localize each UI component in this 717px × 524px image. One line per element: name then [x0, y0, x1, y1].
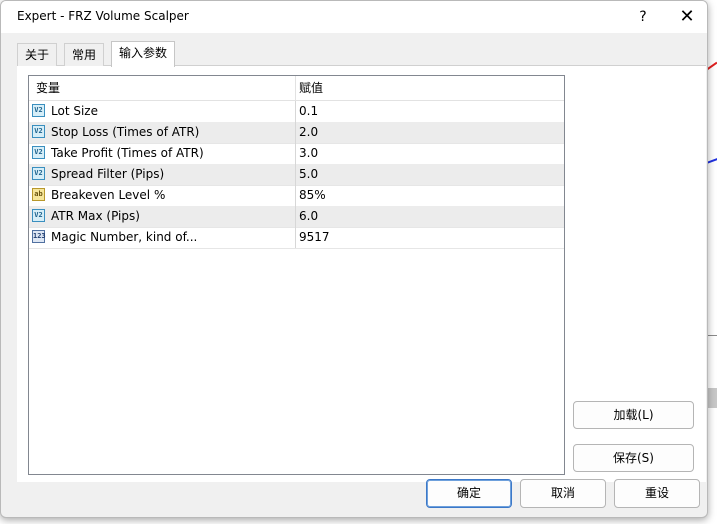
v2-icon: V2 — [32, 104, 45, 117]
param-value[interactable]: 9517 — [299, 227, 330, 248]
save-button[interactable]: 保存(S) — [573, 444, 694, 472]
v2-icon: V2 — [32, 167, 45, 180]
table-row[interactable]: 123 Magic Number, kind of... 9517 — [29, 227, 564, 249]
v2-icon: V2 — [32, 125, 45, 138]
column-divider — [295, 227, 296, 248]
dialog-title: Expert - FRZ Volume Scalper — [17, 9, 189, 23]
column-divider — [295, 164, 296, 185]
ab-icon: ab — [32, 188, 45, 201]
column-divider — [295, 185, 296, 206]
param-value[interactable]: 0.1 — [299, 101, 318, 122]
table-row[interactable]: V2 ATR Max (Pips) 6.0 — [29, 206, 564, 228]
table-row[interactable]: V2 Spread Filter (Pips) 5.0 — [29, 164, 564, 186]
param-name: Spread Filter (Pips) — [51, 167, 165, 181]
header-divider[interactable] — [295, 76, 296, 100]
param-name: Lot Size — [51, 104, 98, 118]
expert-dialog: Expert - FRZ Volume Scalper ? ✕ 关于 常用 输入… — [0, 0, 708, 518]
table-row[interactable]: V2 Stop Loss (Times of ATR) 2.0 — [29, 122, 564, 144]
param-value[interactable]: 3.0 — [299, 143, 318, 164]
v2-icon: V2 — [32, 146, 45, 159]
close-button[interactable]: ✕ — [673, 5, 701, 29]
number-icon: 123 — [32, 230, 46, 243]
column-divider — [295, 206, 296, 227]
param-value[interactable]: 5.0 — [299, 164, 318, 185]
column-divider — [295, 143, 296, 164]
column-divider — [295, 122, 296, 143]
header-value[interactable]: 赋值 — [299, 76, 323, 100]
tab-inputs[interactable]: 输入参数 — [111, 41, 176, 67]
help-button[interactable]: ? — [631, 5, 655, 29]
parameters-grid: 变量 赋值 V2 Lot Size 0.1 V2 Stop Loss (Time… — [28, 75, 565, 475]
reset-button[interactable]: 重设 — [614, 479, 700, 508]
table-row[interactable]: V2 Take Profit (Times of ATR) 3.0 — [29, 143, 564, 165]
ok-button[interactable]: 确定 — [426, 479, 512, 508]
param-name: Breakeven Level % — [51, 188, 166, 202]
load-button[interactable]: 加载(L) — [573, 401, 694, 429]
tab-common[interactable]: 常用 — [64, 43, 105, 66]
title-bar[interactable]: Expert - FRZ Volume Scalper ? ✕ — [1, 1, 707, 33]
param-value[interactable]: 85% — [299, 185, 326, 206]
table-row[interactable]: V2 Lot Size 0.1 — [29, 101, 564, 123]
header-variable[interactable]: 变量 — [36, 76, 60, 100]
grid-header: 变量 赋值 — [29, 76, 564, 101]
param-value[interactable]: 2.0 — [299, 122, 318, 143]
param-name: ATR Max (Pips) — [51, 209, 140, 223]
param-value[interactable]: 6.0 — [299, 206, 318, 227]
column-divider — [295, 101, 296, 122]
tab-about[interactable]: 关于 — [17, 43, 58, 66]
cancel-button[interactable]: 取消 — [520, 479, 606, 508]
v2-icon: V2 — [32, 209, 45, 222]
table-row[interactable]: ab Breakeven Level % 85% — [29, 185, 564, 207]
param-name: Take Profit (Times of ATR) — [51, 146, 204, 160]
param-name: Stop Loss (Times of ATR) — [51, 125, 200, 139]
param-name: Magic Number, kind of... — [51, 230, 198, 244]
